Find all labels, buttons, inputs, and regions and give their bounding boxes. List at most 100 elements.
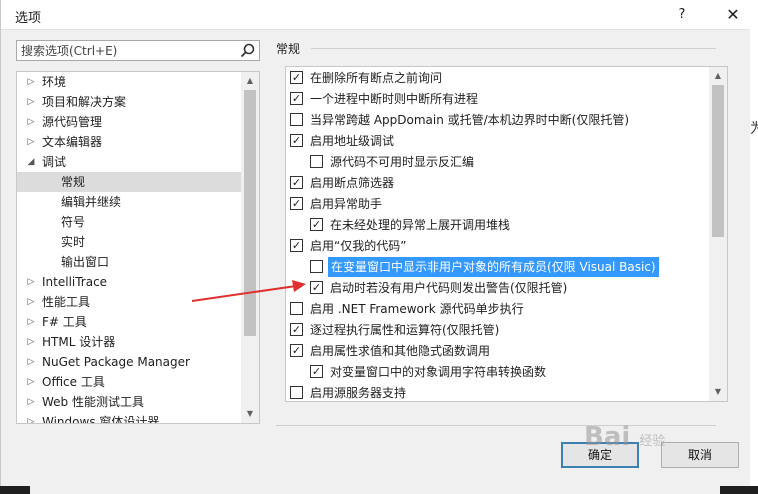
option-label: 在未经处理的异常上展开调用堆栈 xyxy=(330,218,511,232)
tree-item-label: 性能工具 xyxy=(42,295,91,309)
collapsed-arrow-icon[interactable]: ▷ xyxy=(25,272,37,292)
tree-item[interactable]: ▷ HTML 设计器 xyxy=(17,332,241,352)
collapsed-arrow-icon[interactable]: ▷ xyxy=(25,352,37,372)
tree-item-label: HTML 设计器 xyxy=(42,335,116,349)
tree-item-label: 项目和解决方案 xyxy=(42,95,127,109)
tree-item-label: 调试 xyxy=(42,155,67,169)
collapsed-arrow-icon[interactable]: ▷ xyxy=(25,132,37,152)
tree-item[interactable]: ▷ Web 性能测试工具 xyxy=(17,392,241,412)
tree-scrollbar[interactable]: ▲ ▼ xyxy=(241,72,259,423)
scroll-up-arrow-icon[interactable]: ▲ xyxy=(709,67,727,85)
expanded-arrow-icon[interactable]: ◢ xyxy=(25,152,37,172)
option-checkbox[interactable] xyxy=(290,302,303,315)
background-text: 为 xyxy=(750,121,758,137)
collapsed-arrow-icon[interactable]: ▷ xyxy=(25,372,37,392)
tree-item[interactable]: ◢ 调试 xyxy=(17,152,241,172)
tree-item-label: IntelliTrace xyxy=(42,275,108,289)
tree-item[interactable]: ▷ 环境 xyxy=(17,72,241,92)
taskbar-edge xyxy=(0,486,758,494)
background-window-edge: 为 xyxy=(750,0,758,494)
search-box[interactable] xyxy=(16,40,260,61)
close-button[interactable]: ✕ xyxy=(713,2,753,28)
collapsed-arrow-icon[interactable]: ▷ xyxy=(25,412,37,423)
tree-item-label: 编辑并继续 xyxy=(61,195,122,209)
tree-item-label: Office 工具 xyxy=(42,375,105,389)
option-checkbox[interactable]: ✓ xyxy=(290,134,303,147)
tree-item[interactable]: ▷ NuGet Package Manager xyxy=(17,352,241,372)
tree-item[interactable]: ▷ Windows 窗体设计器 xyxy=(17,412,241,424)
cancel-button[interactable]: 取消 xyxy=(661,442,739,468)
option-checkbox[interactable]: ✓ xyxy=(310,218,323,231)
tree-item-label: NuGet Package Manager xyxy=(42,355,190,369)
option-label: 启用断点筛选器 xyxy=(310,176,395,190)
tree-item-label: 环境 xyxy=(42,75,67,89)
watermark-text: Bai xyxy=(584,422,631,452)
option-checkbox[interactable]: ✓ xyxy=(290,344,303,357)
tree-item-label: Web 性能测试工具 xyxy=(42,395,144,409)
options-tree: ▷ 环境 ▷ 项目和解决方案 ▷ 源代码管理 ▷ 文本编辑器 ◢ 调试常规编辑并继续符号实时输出窗… xyxy=(16,71,260,424)
options-scrollbar[interactable]: ▲ ▼ xyxy=(709,67,727,401)
tree-item[interactable]: ▷ 项目和解决方案 xyxy=(17,92,241,112)
tree-item[interactable]: 输出窗口 xyxy=(17,252,241,272)
option-checkbox[interactable]: ✓ xyxy=(290,323,303,336)
option-label: 启用地址级调试 xyxy=(310,134,395,148)
option-label: 启用异常助手 xyxy=(310,197,383,211)
option-checkbox[interactable] xyxy=(310,260,323,273)
option-checkbox[interactable]: ✓ xyxy=(290,239,303,252)
options-scroll-thumb[interactable] xyxy=(712,85,724,237)
tree-item-label: 符号 xyxy=(61,215,86,229)
option-checkbox[interactable]: ✓ xyxy=(290,176,303,189)
collapsed-arrow-icon[interactable]: ▷ xyxy=(25,312,37,332)
collapsed-arrow-icon[interactable]: ▷ xyxy=(25,392,37,412)
tree-item[interactable]: 编辑并继续 xyxy=(17,192,241,212)
option-label: 当异常跨越 AppDomain 或托管/本机边界时中断(仅限托管) xyxy=(310,113,630,127)
option-checkbox[interactable]: ✓ xyxy=(310,365,323,378)
option-checkbox[interactable]: ✓ xyxy=(290,71,303,84)
option-checkbox[interactable] xyxy=(290,113,303,126)
option-label: 逐过程执行属性和运算符(仅限托管) xyxy=(310,323,500,337)
option-checkbox[interactable]: ✓ xyxy=(310,281,323,294)
search-icon[interactable] xyxy=(239,42,257,60)
section-title: 常规 xyxy=(276,42,301,56)
options-dialog: 选项 ? ✕ ▷环境▷项目和解决方案▷源代码管理▷文本编辑器◢调试常规编辑并继续… xyxy=(0,0,758,494)
collapsed-arrow-icon[interactable]: ▷ xyxy=(25,292,37,312)
tree-item-label: 常规 xyxy=(61,175,86,189)
tree-item[interactable]: ▷ IntelliTrace xyxy=(17,272,241,292)
tree-item-label: 实时 xyxy=(61,235,86,249)
option-checkbox[interactable]: ✓ xyxy=(290,197,303,210)
option-checkbox[interactable]: ✓ xyxy=(290,92,303,105)
dialog-title: 选项 xyxy=(15,11,42,26)
title-bar: 选项 ? ✕ xyxy=(1,0,757,30)
options-list: ✓ 在删除所有断点之前询问 ✓ 一个进程中断时则中断所有进程当异常跨越 AppDoma… xyxy=(285,66,728,402)
scroll-down-arrow-icon[interactable]: ▼ xyxy=(709,383,727,401)
tree-item-label: Windows 窗体设计器 xyxy=(42,415,160,424)
tree-item[interactable]: ▷ 文本编辑器 xyxy=(17,132,241,152)
collapsed-arrow-icon[interactable]: ▷ xyxy=(25,332,37,352)
help-button[interactable]: ? xyxy=(669,4,695,26)
section-divider xyxy=(311,48,716,49)
collapsed-arrow-icon[interactable]: ▷ xyxy=(25,72,37,92)
tree-item[interactable]: 符号 xyxy=(17,212,241,232)
option-label: 启用源服务器支持 xyxy=(310,386,407,400)
tree-item[interactable]: ▷ F# 工具 xyxy=(17,312,241,332)
tree-item[interactable]: ▷ Office 工具 xyxy=(17,372,241,392)
collapsed-arrow-icon[interactable]: ▷ xyxy=(25,112,37,132)
tree-item[interactable]: ▷ 性能工具 xyxy=(17,292,241,312)
option-label: 一个进程中断时则中断所有进程 xyxy=(310,92,479,106)
option-checkbox[interactable] xyxy=(290,386,303,399)
option-label: 在删除所有断点之前询问 xyxy=(310,71,443,85)
option-label: 启用属性求值和其他隐式函数调用 xyxy=(310,344,491,358)
option-label: 对变量窗口中的对象调用字符串转换函数 xyxy=(330,365,547,379)
tree-item[interactable]: ▷ 源代码管理 xyxy=(17,112,241,132)
tree-scroll-thumb[interactable] xyxy=(244,90,256,336)
watermark-logo: Bai 经验 xyxy=(584,422,665,452)
option-checkbox[interactable] xyxy=(310,155,323,168)
tree-item[interactable]: 实时 xyxy=(17,232,241,252)
option-label: 在变量窗口中显示非用户对象的所有成员(仅限 Visual Basic) xyxy=(328,257,659,277)
search-input[interactable] xyxy=(17,41,235,60)
watermark-sub: 经验 xyxy=(639,434,666,449)
tree-item[interactable]: 常规 xyxy=(17,172,241,192)
scroll-down-arrow-icon[interactable]: ▼ xyxy=(241,405,259,423)
scroll-up-arrow-icon[interactable]: ▲ xyxy=(241,72,259,90)
collapsed-arrow-icon[interactable]: ▷ xyxy=(25,92,37,112)
